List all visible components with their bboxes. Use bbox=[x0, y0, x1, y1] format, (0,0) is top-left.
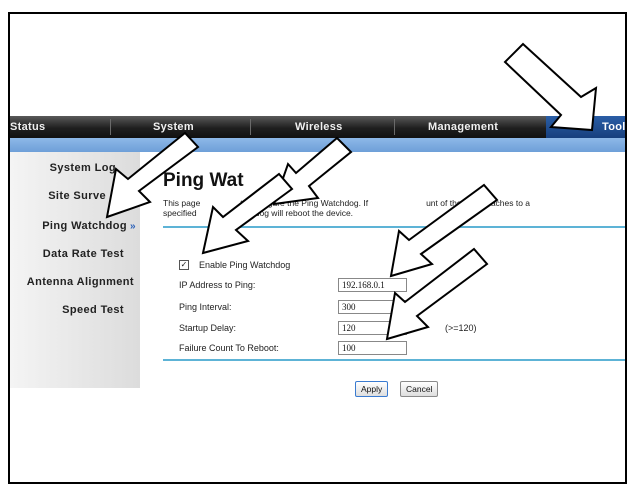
screenshot-frame: Status System Wireless Management Tool s … bbox=[8, 12, 627, 484]
annotation-arrow-icon bbox=[201, 172, 294, 255]
annotation-arrow-icon bbox=[503, 42, 598, 132]
annotation-arrow-icon bbox=[105, 131, 200, 219]
annotation-arrows bbox=[105, 42, 598, 341]
